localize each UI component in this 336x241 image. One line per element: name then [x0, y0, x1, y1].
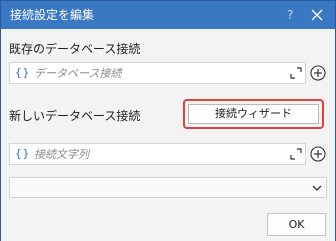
edit-connection-dialog: 接続設定を編集 ? 既存のデータベース接続 {} データベース接続 新しいデータ… [0, 0, 336, 241]
expand-icon[interactable] [290, 148, 302, 160]
dialog-content: 既存のデータベース接続 {} データベース接続 新しいデータベース接続 接続ウィ… [1, 29, 335, 241]
help-button[interactable]: ? [287, 7, 293, 23]
title-bar: 接続設定を編集 ? [1, 1, 335, 29]
existing-connection-field[interactable]: {} データベース接続 [9, 62, 306, 84]
existing-connection-label: 既存のデータベース接続 [9, 42, 141, 56]
connection-wizard-button[interactable]: 接続ウィザード [188, 104, 319, 124]
ok-button[interactable]: OK [267, 213, 326, 236]
close-icon[interactable] [311, 9, 323, 21]
new-connection-label: 新しいデータベース接続 [9, 109, 141, 123]
brace-icon: {} [15, 66, 31, 79]
brace-icon: {} [15, 147, 31, 160]
existing-connection-placeholder: データベース接続 [34, 67, 122, 80]
provider-dropdown[interactable] [9, 177, 327, 198]
wizard-highlight: 接続ウィザード [183, 99, 324, 129]
dialog-title: 接続設定を編集 [10, 8, 95, 22]
add-variable-plus-circle-icon[interactable] [310, 146, 326, 162]
expand-icon[interactable] [290, 67, 302, 79]
connection-string-field[interactable]: {} 接続文字列 [9, 143, 306, 165]
add-variable-plus-circle-icon[interactable] [310, 65, 326, 81]
connection-string-placeholder: 接続文字列 [34, 148, 89, 161]
chevron-down-icon [312, 185, 322, 191]
